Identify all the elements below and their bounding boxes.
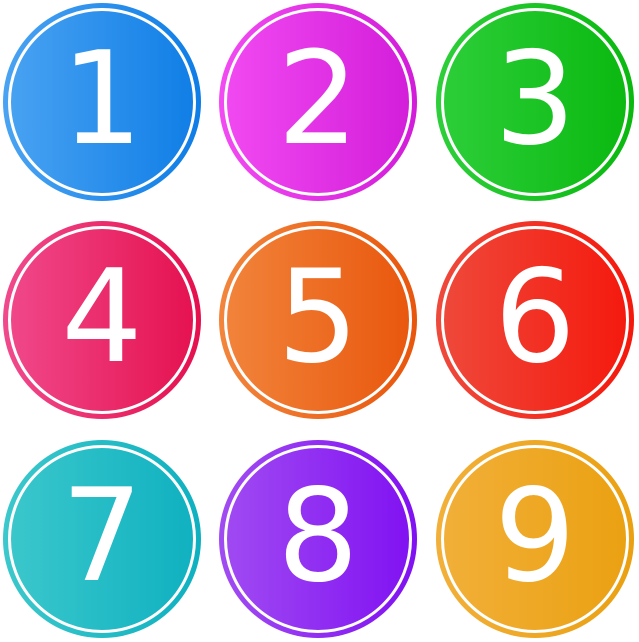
number-badge-6: 6 [436,221,634,419]
number-badge-9: 9 [436,440,634,638]
badge-number: 4 [61,243,143,392]
badge-number: 1 [61,25,143,174]
badge-number: 6 [494,243,576,392]
number-badge-2: 2 [219,3,417,201]
badge-number: 2 [277,25,359,174]
number-badge-5: 5 [219,221,417,419]
number-badge-4: 4 [3,221,201,419]
number-badge-7: 7 [3,440,201,638]
number-badge-3: 3 [436,3,634,201]
number-badge-1: 1 [3,3,201,201]
badge-number: 3 [494,25,576,174]
badge-number: 7 [61,462,143,611]
number-badge-grid: 1 2 3 4 5 6 7 8 9 [0,0,639,642]
badge-number: 8 [277,462,359,611]
badge-number: 5 [277,243,359,392]
number-badge-8: 8 [219,440,417,638]
badge-number: 9 [494,462,576,611]
